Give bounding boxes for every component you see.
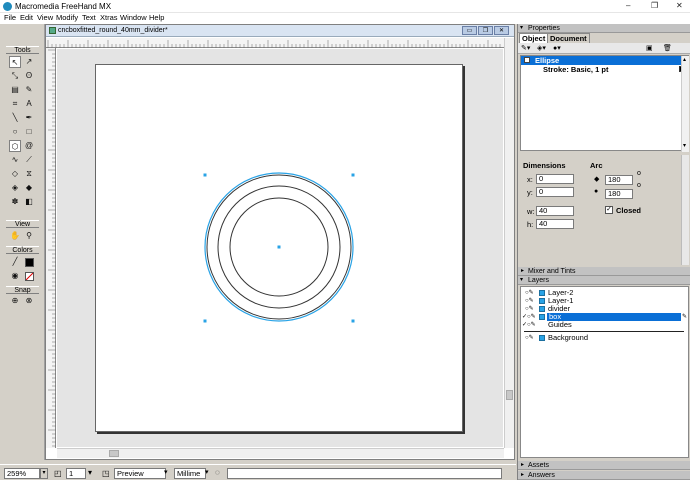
handle-bottom-left[interactable] <box>203 319 207 323</box>
effects-properties-icon[interactable]: ●▾ <box>553 44 561 52</box>
horizontal-scrollbar[interactable] <box>57 448 504 458</box>
arc-end-icon: ● <box>594 188 599 195</box>
vertical-scrollbar[interactable] <box>504 38 514 448</box>
layer-name: Guides <box>548 320 572 329</box>
item-stroke[interactable]: Stroke: Basic, 1 pt <box>521 65 688 74</box>
arc-end-degree-icon: o <box>637 182 641 189</box>
layer-name: Background <box>548 333 589 342</box>
arc-title: Arc <box>590 161 603 170</box>
page-number-field[interactable]: 1 <box>66 468 86 479</box>
arc-start-input[interactable]: 180 <box>605 175 633 185</box>
close-button[interactable]: ✕ <box>676 1 683 10</box>
layer-color-swatch[interactable] <box>539 306 545 312</box>
layer-color-swatch[interactable] <box>539 314 545 320</box>
view-mode-dropdown-icon[interactable]: ▾ <box>164 468 168 476</box>
h-label: h: <box>527 220 534 229</box>
layers-panel-header[interactable]: Layers <box>518 276 690 285</box>
tab-document[interactable]: Document <box>547 33 590 43</box>
status-bar: 259% ▾ ◰ 1 ▾ ◳ Preview ▾ Millime ▾ ◌ <box>0 464 516 480</box>
answers-expand-icon[interactable]: ▸ <box>521 471 524 478</box>
properties-tabs: Object Document <box>518 33 690 43</box>
tab-object[interactable]: Object <box>519 33 549 43</box>
ellipse-swatch <box>524 57 530 63</box>
layer-visibility-icon[interactable]: ○✎ <box>525 297 534 305</box>
scroll-up-icon[interactable]: ▴ <box>683 56 686 63</box>
mixer-panel-header[interactable]: Mixer and Tints <box>518 267 690 276</box>
handle-top-left[interactable] <box>203 173 207 177</box>
duplicate-item-icon[interactable]: ▣ <box>646 44 653 52</box>
arc-end-input[interactable]: 180 <box>605 189 633 199</box>
layer-row-selected[interactable]: ✓○✎ box ✎ <box>521 313 688 321</box>
layer-row[interactable]: ○✎ divider <box>521 305 688 313</box>
y-input[interactable]: 0 <box>536 187 574 197</box>
layer-row[interactable]: ○✎ Layer-2 <box>521 289 688 297</box>
fill-properties-icon[interactable]: ◈▾ <box>537 44 546 52</box>
assets-panel-header[interactable]: Assets <box>518 461 690 470</box>
arc-start-degree-icon: o <box>637 170 641 177</box>
status-message <box>227 468 502 479</box>
layers-divider <box>524 331 684 332</box>
x-input[interactable]: 0 <box>536 174 574 184</box>
scroll-down-icon[interactable]: ▾ <box>683 142 686 149</box>
properties-list: Ellipse Stroke: Basic, 1 pt ▴ ▾ <box>520 55 689 152</box>
collapse-icon[interactable]: ▾ <box>520 24 523 31</box>
item-ellipse[interactable]: Ellipse <box>521 56 688 65</box>
handle-top-right[interactable] <box>351 173 355 177</box>
properties-panel-header[interactable]: Properties <box>518 24 690 33</box>
zoom-dropdown-icon[interactable]: ▾ <box>40 468 48 479</box>
layer-visibility-icon[interactable]: ○✎ <box>525 305 534 313</box>
h-input[interactable]: 40 <box>536 219 574 229</box>
page-prev-icon[interactable]: ◰ <box>54 469 62 478</box>
snap-status-icon[interactable]: ◌ <box>215 468 220 477</box>
zoom-field[interactable]: 259% <box>4 468 40 479</box>
trash-icon[interactable]: 🗑 <box>663 44 672 52</box>
closed-checkbox[interactable]: ✓ <box>605 206 613 214</box>
layer-color-swatch[interactable] <box>539 335 545 341</box>
page-next-icon[interactable]: ◳ <box>102 469 110 478</box>
center-point <box>277 245 281 249</box>
layer-row[interactable]: ✓○✎ Guides <box>521 321 688 329</box>
vertical-scroll-thumb[interactable] <box>506 390 513 400</box>
arc-start-icon: ◆ <box>594 176 600 183</box>
layer-pen-icon[interactable]: ✎ <box>682 313 687 321</box>
background-layer-row[interactable]: ○✎ Background <box>521 334 688 342</box>
answers-panel-header[interactable]: Answers <box>518 471 690 480</box>
mixer-expand-icon[interactable]: ▸ <box>521 267 524 274</box>
units-select[interactable]: Millime <box>174 468 206 479</box>
y-label: y: <box>527 188 533 197</box>
item-stroke-label: Stroke: Basic, 1 pt <box>543 65 609 74</box>
list-scrollbar[interactable]: ▴ ▾ <box>681 56 689 152</box>
properties-toolbar: ✎▾ ◈▾ ●▾ ▣ 🗑 <box>518 43 690 54</box>
layer-visibility-icon[interactable]: ✓○✎ <box>522 321 536 329</box>
properties-scrollbar[interactable] <box>681 155 689 265</box>
layer-color-swatch[interactable] <box>539 290 545 296</box>
w-input[interactable]: 40 <box>536 206 574 216</box>
layer-visibility-icon[interactable]: ○✎ <box>525 334 534 342</box>
layers-collapse-icon[interactable]: ▾ <box>520 276 523 283</box>
minimize-button[interactable]: – <box>626 1 630 10</box>
x-label: x: <box>527 175 533 184</box>
dimensions-title: Dimensions <box>523 161 566 170</box>
layer-color-swatch[interactable] <box>539 298 545 304</box>
horizontal-scroll-thumb[interactable] <box>109 450 119 457</box>
artwork-layer <box>203 172 355 323</box>
handle-bottom-right[interactable] <box>351 319 355 323</box>
stroke-properties-icon[interactable]: ✎▾ <box>521 44 530 52</box>
layer-visibility-icon[interactable]: ✓○✎ <box>522 313 536 321</box>
item-ellipse-label: Ellipse <box>535 56 560 65</box>
panel-dock: Properties ▾ Object Document ✎▾ ◈▾ ●▾ ▣ … <box>517 24 690 480</box>
maximize-button[interactable]: ❐ <box>651 1 658 10</box>
page-dropdown-icon[interactable]: ▾ <box>88 468 92 477</box>
layer-row[interactable]: ○✎ Layer-1 <box>521 297 688 305</box>
layer-visibility-icon[interactable]: ○✎ <box>525 289 534 297</box>
view-mode-select[interactable]: Preview <box>114 468 166 479</box>
units-dropdown-icon[interactable]: ▾ <box>205 468 209 476</box>
layers-list: ○✎ Layer-2 ○✎ Layer-1 ○✎ divider ✓○✎ box… <box>520 286 689 458</box>
w-label: w: <box>527 207 535 216</box>
assets-expand-icon[interactable]: ▸ <box>521 461 524 468</box>
closed-label: Closed <box>616 206 642 215</box>
